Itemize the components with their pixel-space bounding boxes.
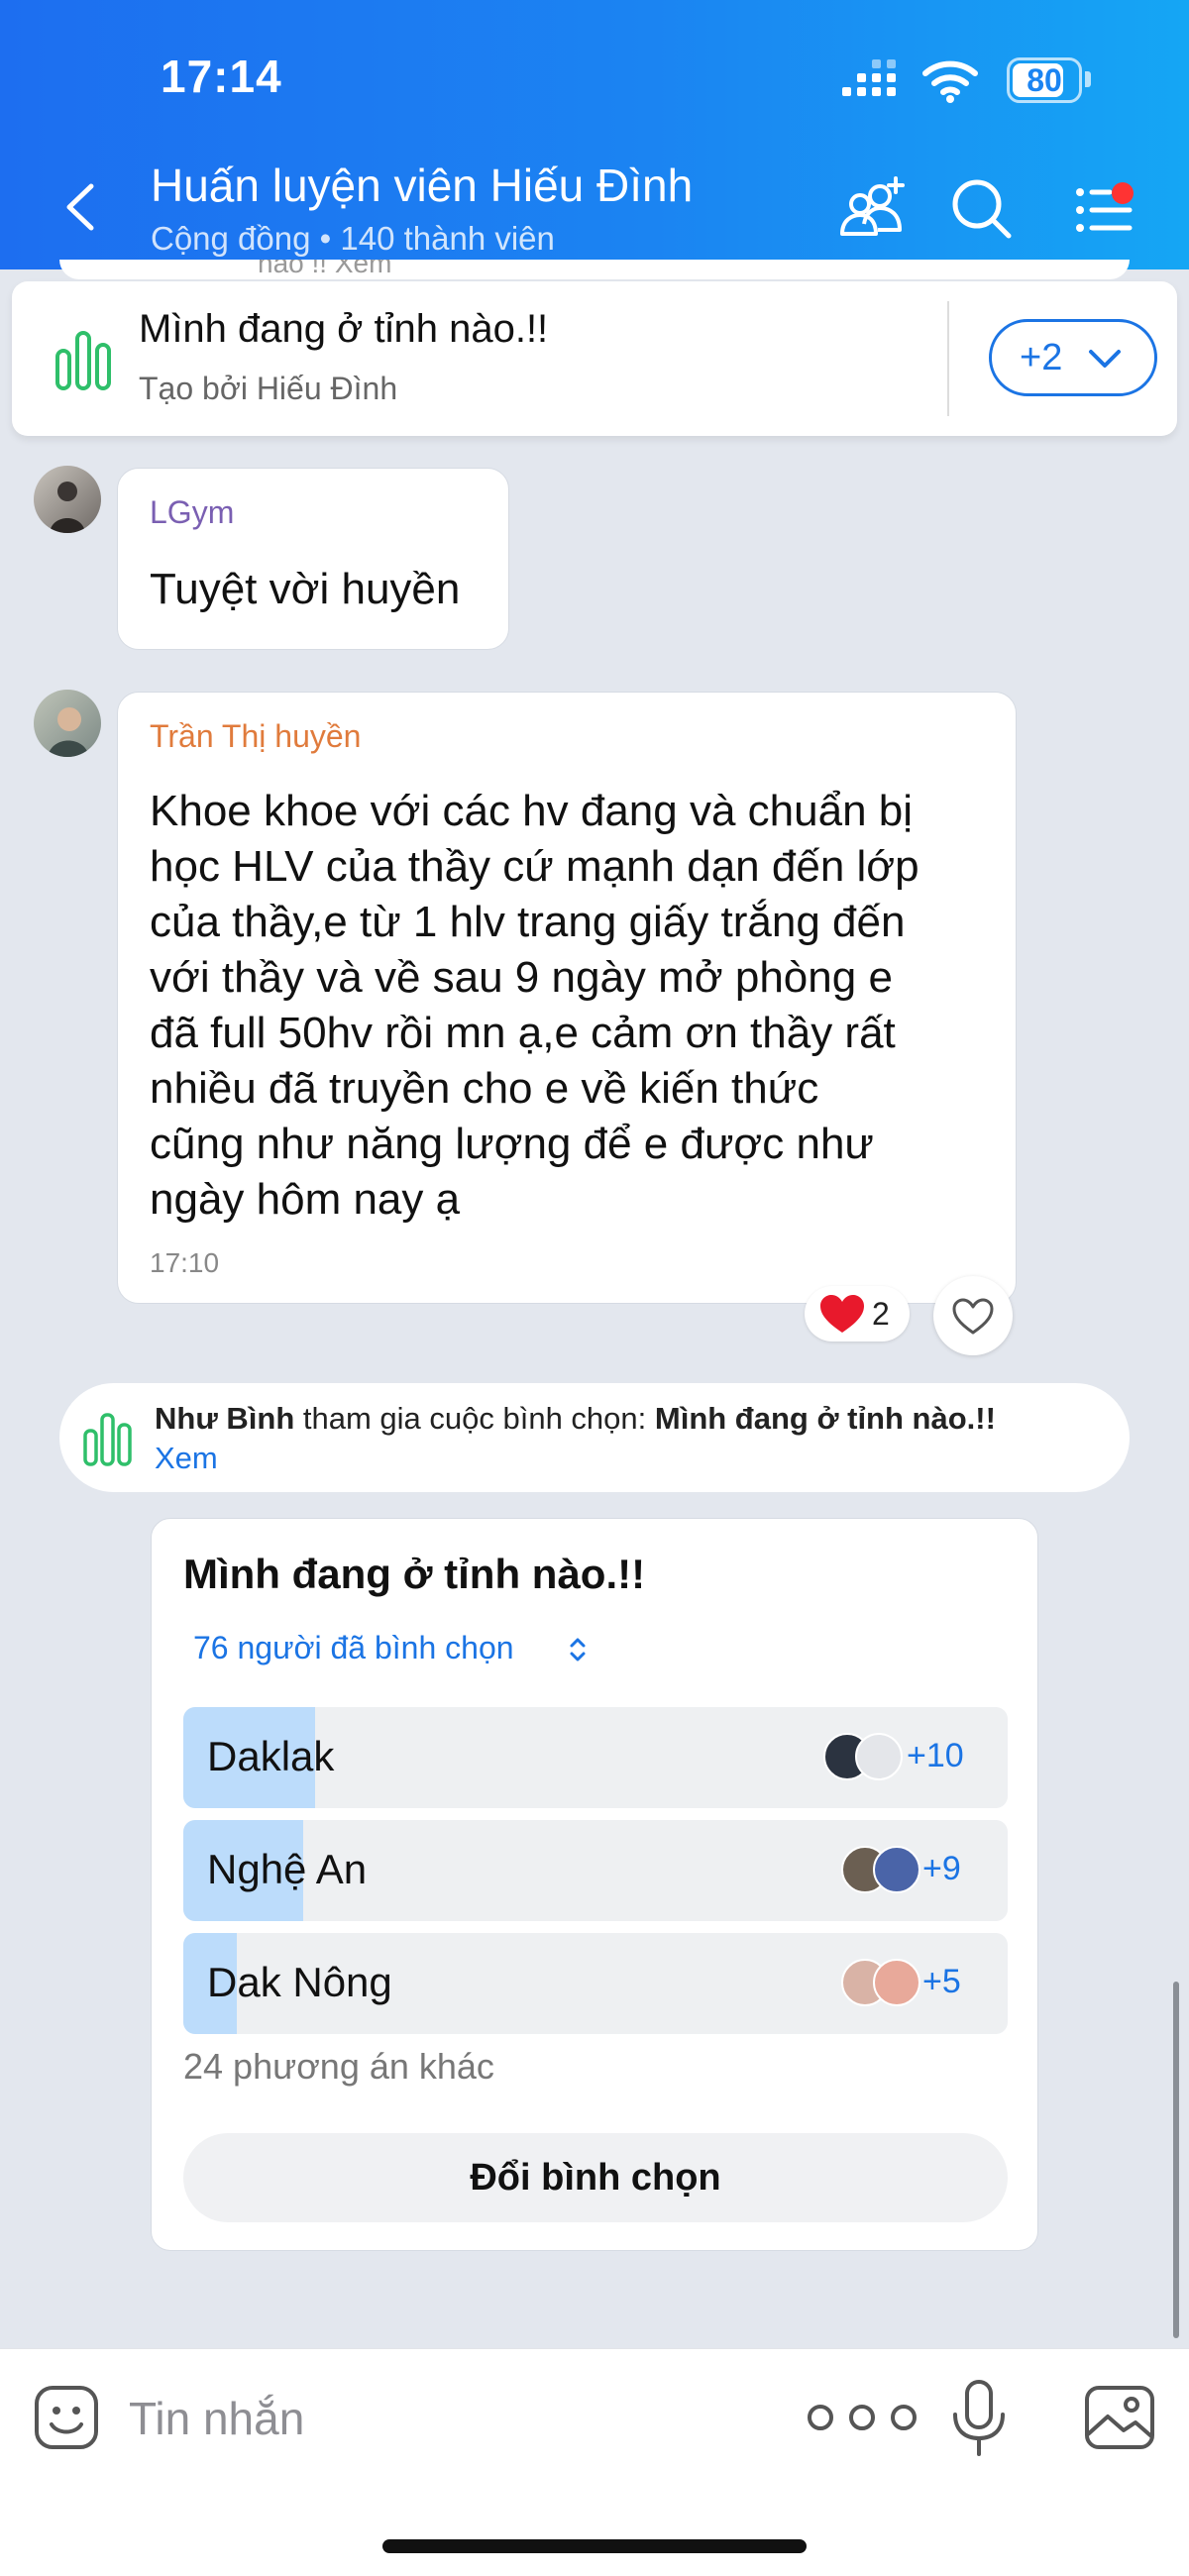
heart-outline-icon bbox=[952, 1298, 994, 1335]
poll-option-label: Dak Nông bbox=[207, 1959, 392, 2005]
cellular-signal-icon bbox=[842, 59, 898, 101]
battery-label: 80 bbox=[1027, 62, 1062, 98]
avatar bbox=[873, 1959, 920, 2006]
pinned-poll-title: Mình đang ở tỉnh nào.!! bbox=[139, 307, 549, 351]
app-header: 17:14 80 Huấn luyện viên Hiếu Đình Cộng … bbox=[0, 0, 1189, 269]
expand-collapse-icon bbox=[570, 1638, 586, 1662]
poll-card: Mình đang ở tỉnh nào.!! 76 người đã bình… bbox=[151, 1518, 1038, 2251]
message-line: nhiều đã truyền cho e về kiến thức bbox=[150, 1064, 819, 1113]
message-input[interactable] bbox=[129, 2389, 763, 2448]
poll-option-label: Nghệ An bbox=[207, 1846, 368, 1892]
chevron-down-icon bbox=[1089, 350, 1121, 368]
poll-option[interactable]: Dak Nông +5 bbox=[183, 1933, 1008, 2034]
poll-option[interactable]: Daklak +10 bbox=[183, 1707, 1008, 1808]
message-line: Khoe khoe với các hv đang và chuẩn bị bbox=[150, 787, 914, 835]
poll-chart-icon bbox=[55, 331, 111, 390]
previous-notice-text: nào !! Xem bbox=[258, 260, 392, 278]
reaction-summary[interactable]: 2 bbox=[805, 1286, 910, 1342]
avatar[interactable] bbox=[34, 466, 101, 533]
message-bubble[interactable]: LGym Tuyệt vời huyền bbox=[117, 468, 509, 650]
message-line: ngày hôm nay ạ bbox=[150, 1175, 461, 1224]
image-icon[interactable] bbox=[1084, 2385, 1155, 2450]
status-time: 17:14 bbox=[161, 51, 282, 102]
message-line: học HLV của thầy cứ mạnh dạn đến lớp bbox=[150, 842, 919, 891]
message-line: của thầy,e từ 1 hlv trang giấy trắng đến bbox=[150, 898, 906, 946]
poll-title: Mình đang ở tỉnh nào.!! bbox=[183, 1551, 646, 1597]
avatar[interactable] bbox=[34, 690, 101, 757]
message-sender: LGym bbox=[150, 494, 235, 530]
avatar bbox=[855, 1733, 903, 1780]
poll-join-notice: Như Bình tham gia cuộc bình chọn: Mình đ… bbox=[59, 1383, 1130, 1492]
message-time: 17:10 bbox=[150, 1247, 220, 1278]
search-icon[interactable] bbox=[947, 174, 1017, 244]
reaction-count: 2 bbox=[872, 1296, 890, 1332]
scrollbar[interactable] bbox=[1173, 1982, 1179, 2338]
divider bbox=[947, 301, 949, 416]
notice-action: tham gia cuộc bình chọn: bbox=[294, 1401, 655, 1436]
message-text: Khoe khoe với các hv đang và chuẩn bị họ… bbox=[150, 784, 919, 1228]
poll-other-options[interactable]: 24 phương án khác bbox=[183, 2046, 494, 2088]
message-line: đã full 50hv rồi mn ạ,e cảm ơn thầy rất bbox=[150, 1009, 896, 1057]
previous-notice-peek: nào !! Xem bbox=[59, 260, 1130, 279]
view-poll-link[interactable]: Xem bbox=[155, 1441, 218, 1476]
more-pinned-button[interactable]: +2 bbox=[989, 319, 1157, 396]
voter-more-count: +9 bbox=[922, 1850, 961, 1887]
notice-text: Như Bình tham gia cuộc bình chọn: Mình đ… bbox=[155, 1401, 996, 1437]
group-title[interactable]: Huấn luyện viên Hiếu Đình bbox=[151, 159, 693, 212]
battery-tip bbox=[1085, 71, 1091, 87]
message-text: Tuyệt vời huyền bbox=[150, 565, 461, 613]
notice-poll-title: Mình đang ở tỉnh nào.!! bbox=[654, 1401, 996, 1436]
voter-more-count: +10 bbox=[907, 1737, 964, 1774]
notice-actor: Như Bình bbox=[155, 1401, 295, 1436]
notification-dot bbox=[1112, 182, 1134, 204]
voter-more-count: +5 bbox=[922, 1963, 961, 2000]
home-indicator bbox=[382, 2539, 807, 2553]
poll-voters-label: 76 người đã bình chọn bbox=[193, 1630, 514, 1665]
more-pinned-label: +2 bbox=[1020, 337, 1063, 378]
avatar bbox=[873, 1846, 920, 1893]
poll-option[interactable]: Nghệ An +9 bbox=[183, 1820, 1008, 1921]
pinned-poll-creator: Tạo bởi Hiếu Đình bbox=[139, 371, 398, 406]
poll-option-label: Daklak bbox=[207, 1733, 335, 1779]
message-line: cũng như năng lượng để e được như bbox=[150, 1120, 874, 1168]
more-options-icon[interactable] bbox=[801, 2395, 923, 2440]
poll-voters-toggle[interactable]: 76 người đã bình chọn bbox=[193, 1630, 586, 1666]
poll-chart-icon bbox=[83, 1413, 132, 1466]
message-composer bbox=[0, 2348, 1189, 2576]
battery-icon: 80 bbox=[1007, 57, 1082, 103]
message-bubble[interactable]: Trần Thị huyền Khoe khoe với các hv đang… bbox=[117, 692, 1017, 1304]
pinned-poll-bar[interactable]: Mình đang ở tỉnh nào.!! Tạo bởi Hiếu Đìn… bbox=[12, 281, 1177, 436]
change-vote-button[interactable]: Đổi bình chọn bbox=[183, 2133, 1008, 2222]
microphone-icon[interactable] bbox=[949, 2379, 1009, 2458]
message-line: với thầy và về sau 9 ngày mở phòng e bbox=[150, 953, 893, 1002]
heart-reaction-icon bbox=[820, 1295, 864, 1333]
react-button[interactable] bbox=[933, 1276, 1013, 1355]
add-member-icon[interactable] bbox=[838, 174, 908, 244]
back-icon[interactable] bbox=[61, 182, 101, 232]
wifi-icon bbox=[922, 60, 978, 103]
group-subtitle: Cộng đồng • 140 thành viên bbox=[151, 220, 555, 257]
message-sender: Trần Thị huyền bbox=[150, 718, 362, 754]
emoji-sticker-icon[interactable] bbox=[34, 2385, 99, 2450]
